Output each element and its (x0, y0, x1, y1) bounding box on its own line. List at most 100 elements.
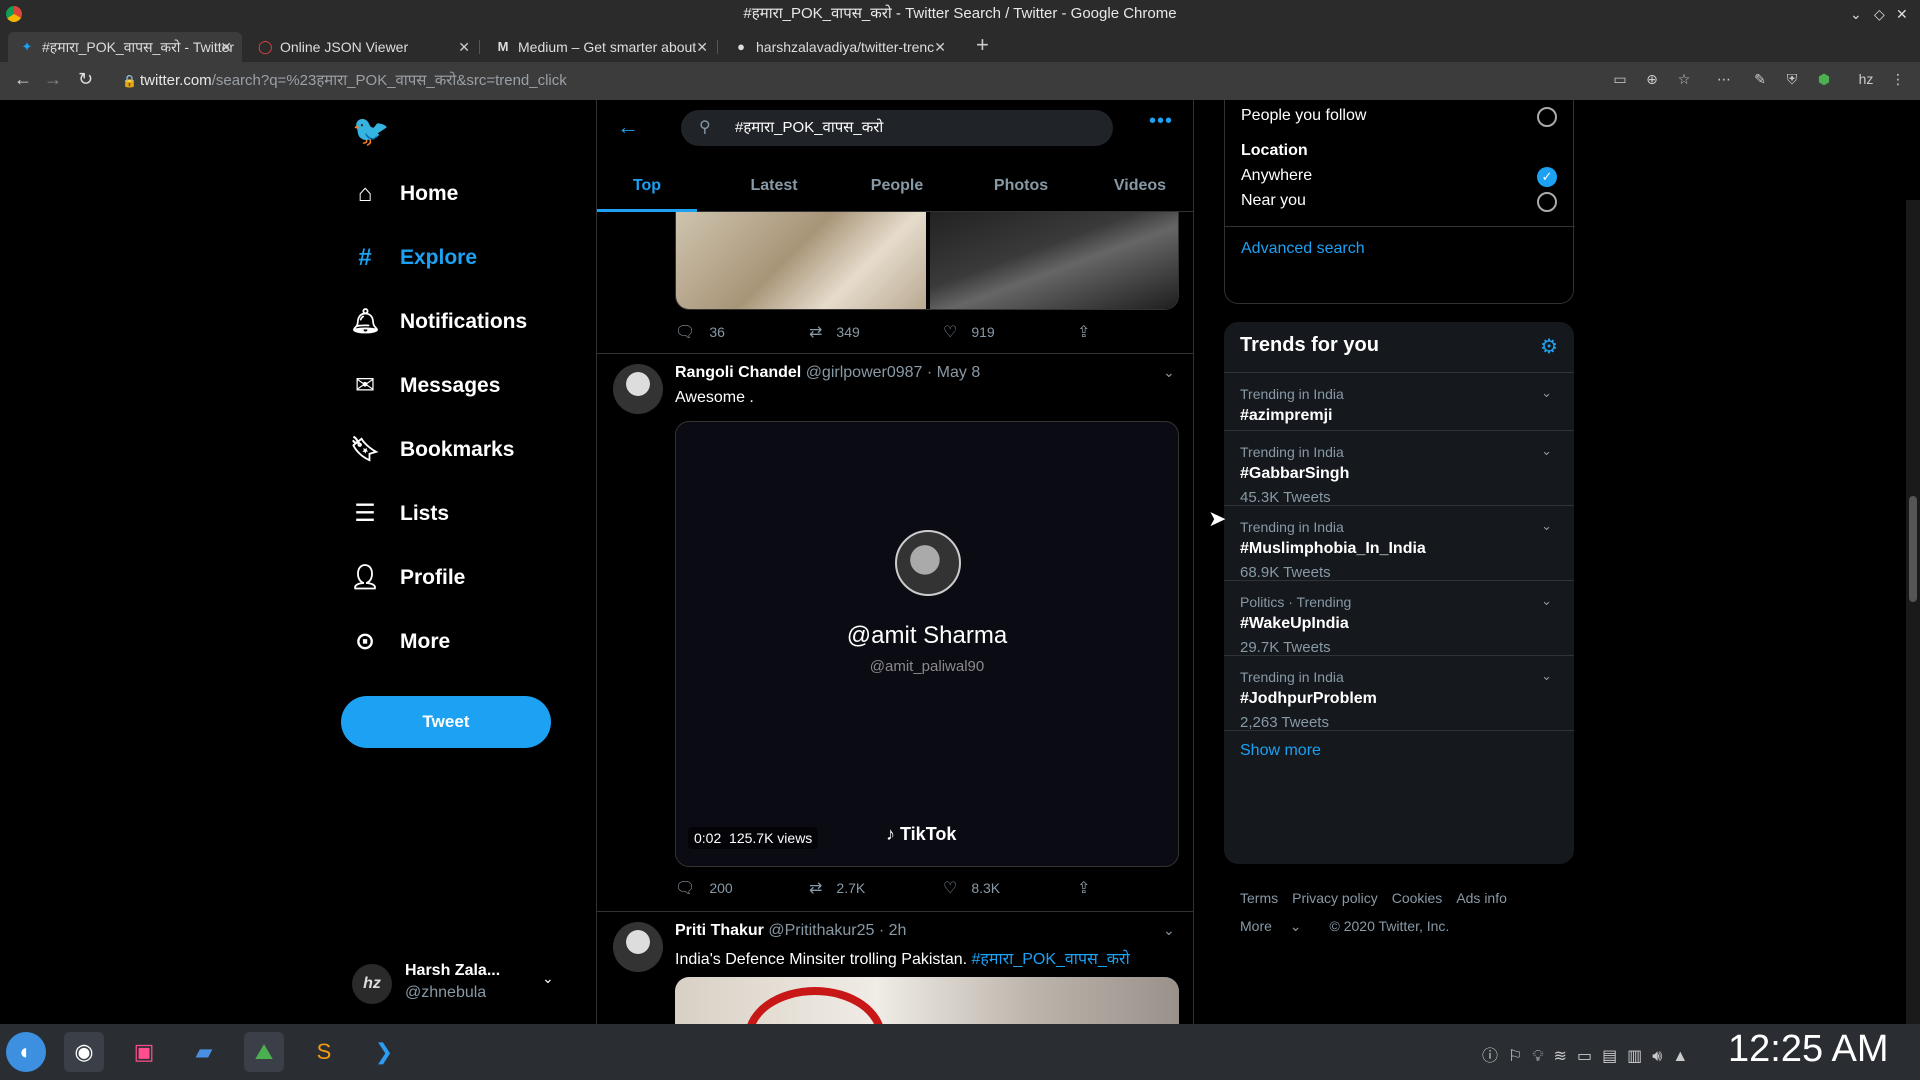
tab-top[interactable]: Top (597, 160, 697, 212)
shield-icon[interactable]: ⛨ (1784, 71, 1800, 87)
close-tab-icon[interactable]: ✕ (220, 32, 232, 62)
reload-icon[interactable]: ↻ (78, 69, 93, 90)
tweet-image-grid[interactable] (675, 212, 1179, 310)
like-button[interactable]: ♡ 8.3K (943, 878, 1000, 898)
trend-item[interactable]: Trending in India #GabbarSingh 45.3K Twe… (1224, 430, 1574, 506)
cast-icon[interactable]: ▭ (1612, 71, 1628, 87)
author-name[interactable]: Rangoli Chandel (675, 364, 801, 381)
close-tab-icon[interactable]: ✕ (696, 32, 708, 62)
chevron-down-icon[interactable]: ⌄ (1541, 593, 1552, 609)
tweet-video[interactable]: @amit Sharma @amit_paliwal90 0:02 125.7K… (675, 421, 1179, 867)
close-tab-icon[interactable]: ✕ (458, 32, 470, 62)
search-input[interactable]: ⚲ #हमारा_POK_वापस_करो (681, 110, 1113, 146)
chevron-down-icon[interactable]: ⌄ (1541, 668, 1552, 684)
system-monitor-icon[interactable]: ⛰ (244, 1032, 284, 1072)
launcher-icon[interactable]: ◐ (6, 1032, 46, 1072)
install-icon[interactable]: ⊕ (1644, 71, 1660, 87)
tab-github[interactable]: ● harshzalavadiya/twitter-trenc ✕ (722, 32, 956, 62)
nav-explore[interactable]: # Explore (350, 236, 477, 280)
retweet-button[interactable]: ⇄ 2.7K (809, 878, 865, 898)
show-more-link[interactable]: Show more (1240, 742, 1321, 760)
tab-json-viewer[interactable]: ◯ Online JSON Viewer ✕ (246, 32, 480, 62)
vscode-icon[interactable]: ❯ (364, 1032, 404, 1072)
close-tab-icon[interactable]: ✕ (934, 32, 946, 62)
chevron-down-icon[interactable]: ⌄ (1541, 385, 1552, 401)
nav-bookmarks[interactable]: 🔖︎ Bookmarks (350, 428, 514, 472)
share-button[interactable]: ⇪ (1077, 878, 1104, 898)
filter-near-you[interactable]: Near you (1241, 192, 1557, 212)
avatar[interactable] (613, 922, 663, 972)
nav-lists[interactable]: ☰ Lists (350, 492, 449, 536)
reply-button[interactable]: 🗨︎ 200 (675, 878, 733, 898)
more-options-icon[interactable]: ••• (1149, 110, 1173, 133)
tweet-image[interactable] (675, 977, 1179, 1024)
profile-icon[interactable]: hz (1858, 71, 1874, 87)
tab-people[interactable]: People (847, 160, 947, 212)
reply-button[interactable]: 🗨︎ 36 (675, 322, 725, 342)
advanced-search-link[interactable]: Advanced search (1241, 240, 1557, 258)
back-arrow-icon[interactable]: ← (617, 114, 639, 140)
privacy-link[interactable]: Privacy policy (1292, 890, 1378, 906)
retweet-button[interactable]: ⇄ 349 (809, 322, 860, 342)
nav-messages[interactable]: ✉ Messages (350, 364, 500, 408)
account-switcher[interactable]: hz Harsh Zala... @zhnebula ⌄ (350, 958, 570, 1016)
chrome-menu-icon[interactable]: ⋮ (1890, 71, 1906, 87)
author-name[interactable]: Priti Thakur (675, 922, 764, 939)
tweet-image[interactable] (930, 212, 1178, 309)
chevron-down-icon[interactable]: ⌄ (1541, 518, 1552, 534)
author-handle[interactable]: @Pritithakur25 (768, 922, 874, 939)
page-scrollbar[interactable] (1906, 200, 1920, 1024)
ads-info-link[interactable]: Ads info (1456, 890, 1507, 906)
tab-photos[interactable]: Photos (971, 160, 1071, 212)
chevron-down-icon[interactable]: ⌄ (1163, 364, 1175, 381)
chevron-down-icon[interactable]: ⌄ (1163, 922, 1175, 939)
tab-videos[interactable]: Videos (1095, 160, 1185, 212)
author-handle[interactable]: @girlpower0987 (806, 364, 923, 381)
nav-more[interactable]: ⊙ More (350, 620, 450, 664)
tab-twitter-search[interactable]: ✦ #हमारा_POK_वापस_करो - Twitter ✕ (8, 32, 242, 62)
extension-icon[interactable]: ⋯ (1716, 71, 1732, 87)
filter-anywhere[interactable]: Anywhere ✓ (1241, 167, 1557, 187)
tweet-button[interactable]: Tweet (341, 696, 551, 748)
tweet-date[interactable]: · May 8 (927, 364, 980, 381)
extension-icon[interactable]: ✎ (1752, 71, 1768, 87)
filter-people-you-follow[interactable]: People you follow (1241, 107, 1557, 127)
extension-icon[interactable]: ⬢ (1816, 71, 1832, 87)
like-button[interactable]: ♡ 919 (943, 322, 995, 342)
chrome-app-icon[interactable]: ◉ (64, 1032, 104, 1072)
system-tray[interactable]: ⓘ⚐💡︎≋▭▤▥🔊︎▲ (1482, 1042, 1698, 1066)
forward-icon[interactable]: → (44, 69, 62, 90)
cookies-link[interactable]: Cookies (1392, 890, 1443, 906)
tweet-image[interactable] (676, 212, 926, 309)
address-bar[interactable]: 🔒 twitter.com/search?q=%23हमारा_POK_वापस… (110, 66, 1700, 96)
maximize-icon[interactable]: ◇ (1874, 0, 1885, 28)
tab-latest[interactable]: Latest (729, 160, 819, 212)
nav-profile[interactable]: 👤︎ Profile (350, 556, 465, 600)
nav-notifications[interactable]: 🔔︎ Notifications (350, 300, 527, 344)
minimize-icon[interactable]: ⌄ (1850, 0, 1862, 28)
back-icon[interactable]: ← (14, 69, 32, 90)
terms-link[interactable]: Terms (1240, 890, 1278, 906)
gear-icon[interactable]: ⚙ (1540, 334, 1558, 359)
taskbar-clock[interactable]: 12:25 AM (1728, 1028, 1889, 1071)
terminal-icon[interactable]: ▣ (124, 1032, 164, 1072)
new-tab-button[interactable]: + (976, 32, 989, 58)
tab-medium[interactable]: M Medium – Get smarter about ✕ (484, 32, 718, 62)
tweet-date[interactable]: · 2h (879, 922, 907, 939)
close-window-icon[interactable]: ✕ (1896, 0, 1908, 28)
scrollbar-thumb[interactable] (1909, 496, 1917, 602)
trend-item[interactable]: Trending in India #Muslimphobia_In_India… (1224, 505, 1574, 581)
chevron-down-icon[interactable]: ⌄ (1541, 443, 1552, 459)
file-manager-icon[interactable]: ▰ (184, 1032, 224, 1072)
bookmark-star-icon[interactable]: ☆ (1676, 71, 1692, 87)
trend-item[interactable]: Politics · Trending #WakeUpIndia 29.7K T… (1224, 580, 1574, 656)
trend-item[interactable]: Trending in India #azimpremji ⌄ (1224, 372, 1574, 430)
avatar[interactable] (613, 364, 663, 414)
tweet[interactable]: Priti Thakur @Pritithakur25 · 2h ⌄ India… (597, 912, 1193, 1024)
radio-checked-icon[interactable]: ✓ (1537, 167, 1557, 187)
radio-button[interactable] (1537, 192, 1557, 212)
share-button[interactable]: ⇪ (1077, 322, 1104, 342)
hashtag-link[interactable]: #हमारा_POK_वापस_करो (972, 951, 1130, 968)
tweet[interactable]: Rangoli Chandel @girlpower0987 · May 8 ⌄… (597, 354, 1193, 912)
sublime-text-icon[interactable]: S (304, 1032, 344, 1072)
